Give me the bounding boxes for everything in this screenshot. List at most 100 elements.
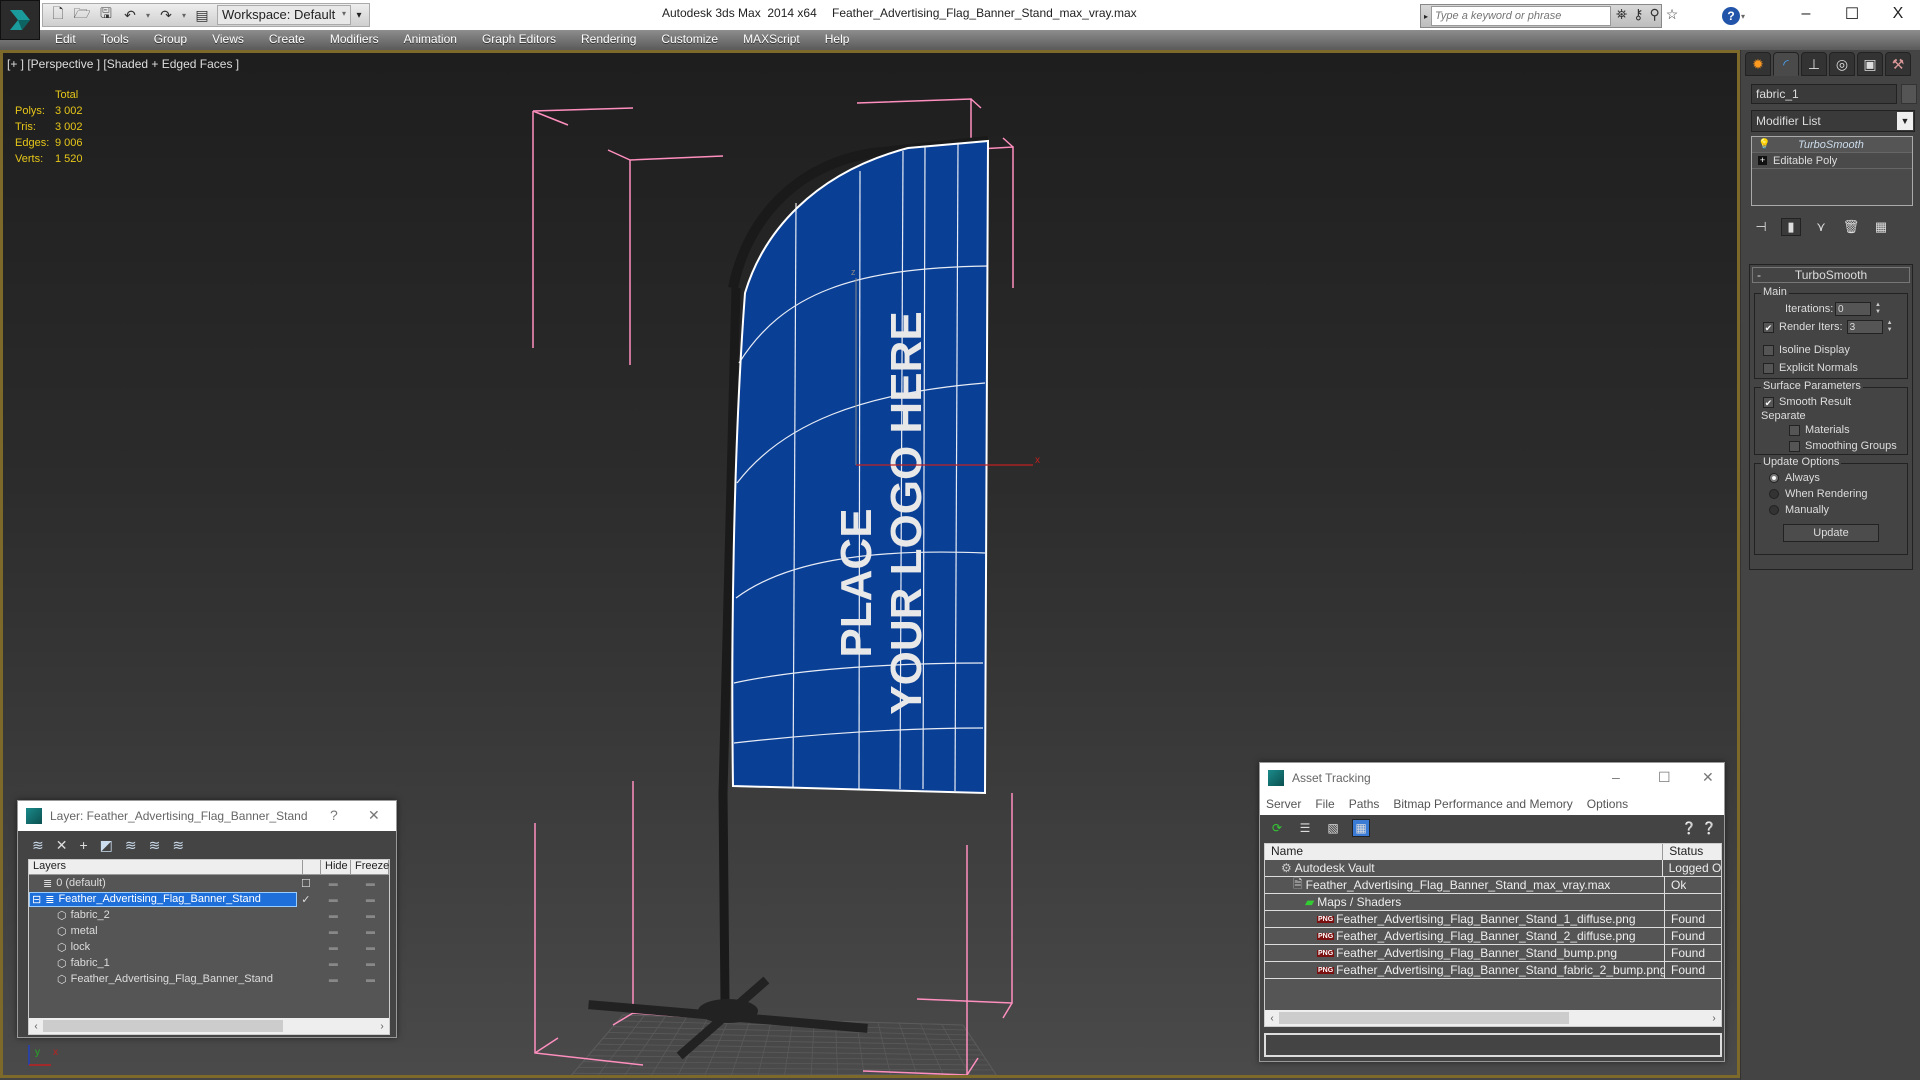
menu-tools[interactable]: Tools xyxy=(101,30,129,50)
layer-name-cell[interactable]: ⬡ Feather_Advertising_Flag_Banner_Stand xyxy=(29,972,297,987)
remove-modifier-icon[interactable]: 🗑 xyxy=(1841,218,1861,236)
column-freeze[interactable]: Freeze xyxy=(351,860,389,874)
update-button[interactable]: Update xyxy=(1783,524,1879,542)
hide-toggle[interactable]: ▬ xyxy=(315,942,352,952)
configure-modifier-sets-icon[interactable]: ▦ xyxy=(1871,218,1891,236)
highlight-layer-icon[interactable]: ≋ xyxy=(125,837,137,854)
lightbulb-icon[interactable]: 💡 xyxy=(1758,139,1772,150)
smooth-result-checkbox[interactable]: ✔ xyxy=(1763,396,1774,408)
new-icon[interactable]: 🗋 xyxy=(47,5,69,25)
menu-options[interactable]: Options xyxy=(1587,797,1628,811)
rollout-header[interactable]: - TurboSmooth xyxy=(1752,267,1910,283)
table-view-icon[interactable]: ▦ xyxy=(1352,819,1370,837)
menu-edit[interactable]: Edit xyxy=(55,30,76,50)
column-current[interactable] xyxy=(303,860,321,874)
expand-search-icon[interactable]: ▸ xyxy=(1421,12,1431,21)
hide-toggle[interactable]: ▬ xyxy=(315,910,352,920)
motion-tab[interactable]: ◎ xyxy=(1829,52,1855,76)
menu-bitmap-performance[interactable]: Bitmap Performance and Memory xyxy=(1393,797,1572,811)
layer-name-cell[interactable]: ⬡ metal xyxy=(29,924,297,939)
scroll-left-icon[interactable]: ‹ xyxy=(29,1021,43,1032)
customize-toolbar-icon[interactable]: ▾ xyxy=(353,10,365,21)
menu-customize[interactable]: Customize xyxy=(661,30,718,50)
current-layer-toggle[interactable]: ✓ xyxy=(297,893,315,906)
hide-toggle[interactable]: ▬ xyxy=(315,958,352,968)
freeze-toggle[interactable]: ▬ xyxy=(352,942,389,952)
pin-stack-icon[interactable]: ⊣ xyxy=(1751,218,1771,236)
asset-row[interactable]: ▰ Maps / Shaders xyxy=(1265,893,1721,911)
list-view-icon[interactable]: ☰ xyxy=(1296,819,1314,837)
column-hide[interactable]: Hide xyxy=(321,860,351,874)
layer-object-row[interactable]: ⬡ metal ▬ ▬ xyxy=(29,923,389,939)
menu-animation[interactable]: Animation xyxy=(404,30,457,50)
explicit-normals-checkbox[interactable] xyxy=(1763,362,1774,374)
menu-views[interactable]: Views xyxy=(212,30,244,50)
show-end-result-icon[interactable]: ▮ xyxy=(1781,218,1801,236)
create-tab[interactable]: ✹ xyxy=(1745,52,1771,76)
save-icon[interactable]: 🖫 xyxy=(95,5,117,25)
help-button[interactable]: ? xyxy=(330,807,338,823)
always-radio[interactable] xyxy=(1769,473,1779,483)
undo-dropdown-icon[interactable]: ▾ xyxy=(143,11,153,20)
minimize-button[interactable]: – xyxy=(1786,2,1826,26)
menu-group[interactable]: Group xyxy=(154,30,187,50)
close-button[interactable]: X xyxy=(1878,2,1918,26)
asset-row[interactable]: PNG Feather_Advertising_Flag_Banner_Stand… xyxy=(1265,944,1721,962)
layer-row[interactable]: ⊟ ≣ Feather_Advertising_Flag_Banner_Stand ✓… xyxy=(29,891,389,907)
utilities-tab[interactable]: ⚒ xyxy=(1885,52,1911,76)
create-layer-icon[interactable]: ≋ xyxy=(32,837,44,854)
stack-item-editable-poly[interactable]: + Editable Poly xyxy=(1752,153,1912,169)
search-input[interactable] xyxy=(1431,6,1611,26)
select-objects-icon[interactable]: ◩ xyxy=(100,837,113,854)
layer-name-cell[interactable]: ⬡ lock xyxy=(29,940,297,955)
asset-row[interactable]: PNG Feather_Advertising_Flag_Banner_Stand… xyxy=(1265,961,1721,979)
app-menu-button[interactable] xyxy=(0,0,40,40)
when-rendering-radio[interactable] xyxy=(1769,489,1779,499)
current-layer-toggle[interactable]: ☐ xyxy=(297,877,315,890)
scroll-thumb[interactable] xyxy=(1279,1012,1569,1024)
layer-object-row[interactable]: ⬡ lock ▬ ▬ xyxy=(29,939,389,955)
viewport-label[interactable]: [+ ] [Perspective ] [Shaded + Edged Face… xyxy=(7,57,239,71)
scroll-left-icon[interactable]: ‹ xyxy=(1265,1013,1279,1024)
layer-name-cell[interactable]: ⬡ fabric_1 xyxy=(29,956,297,971)
freeze-all-layers-icon[interactable]: ≋ xyxy=(172,837,184,854)
collapse-icon[interactable]: ⊟ xyxy=(32,893,41,906)
hide-all-layers-icon[interactable]: ≋ xyxy=(149,837,161,854)
asset-row[interactable]: ⚙ Autodesk Vault Logged O xyxy=(1265,859,1721,877)
column-name[interactable]: Name xyxy=(1265,844,1664,860)
vault-help-icon[interactable]: ❔ xyxy=(1680,819,1698,837)
freeze-toggle[interactable]: ▬ xyxy=(352,958,389,968)
layer-name-cell[interactable]: ⬡ fabric_2 xyxy=(29,908,297,923)
redo-icon[interactable]: ↷ xyxy=(155,5,177,25)
freeze-toggle[interactable]: ▬ xyxy=(352,974,389,984)
menu-graph-editors[interactable]: Graph Editors xyxy=(482,30,556,50)
key-icon[interactable]: ⚷ xyxy=(1633,6,1643,23)
hide-toggle[interactable]: ▬ xyxy=(315,894,352,904)
freeze-toggle[interactable]: ▬ xyxy=(352,910,389,920)
help-icon[interactable]: ❔ xyxy=(1700,819,1718,837)
star-icon[interactable]: ☆ xyxy=(1666,6,1679,23)
column-layers[interactable]: Layers xyxy=(29,860,303,874)
layer-name-cell[interactable]: ≣ 0 (default) xyxy=(29,876,297,891)
add-to-layer-icon[interactable]: + xyxy=(79,837,87,853)
tree-view-icon[interactable]: ▧ xyxy=(1324,819,1342,837)
modify-tab[interactable]: ◜ xyxy=(1773,52,1799,76)
menu-modifiers[interactable]: Modifiers xyxy=(330,30,379,50)
asset-row[interactable]: PNG Feather_Advertising_Flag_Banner_Stand… xyxy=(1265,927,1721,945)
asset-row[interactable]: PNG Feather_Advertising_Flag_Banner_Stand… xyxy=(1265,910,1721,928)
menu-server[interactable]: Server xyxy=(1266,797,1301,811)
make-unique-icon[interactable]: ⋎ xyxy=(1811,218,1831,236)
layer-name-cell[interactable]: ⊟ ≣ Feather_Advertising_Flag_Banner_Stand xyxy=(29,891,298,907)
horizontal-scrollbar[interactable]: ‹ › xyxy=(29,1018,389,1034)
freeze-toggle[interactable]: ▬ xyxy=(352,894,389,904)
delete-layer-icon[interactable]: ✕ xyxy=(56,837,68,854)
minimize-button[interactable]: – xyxy=(1612,769,1620,785)
layer-object-row[interactable]: ⬡ Feather_Advertising_Flag_Banner_Stand ▬ ▬ xyxy=(29,971,389,987)
menu-file[interactable]: File xyxy=(1315,797,1334,811)
menu-help[interactable]: Help xyxy=(825,30,850,50)
spinner-arrows-icon[interactable]: ▲ ▼ xyxy=(1885,320,1895,334)
hide-toggle[interactable]: ▬ xyxy=(315,926,352,936)
dialog-title-bar[interactable]: Asset Tracking – ☐ ✕ xyxy=(1260,763,1724,793)
render-iters-checkbox[interactable]: ✔ xyxy=(1763,321,1774,333)
menu-paths[interactable]: Paths xyxy=(1349,797,1380,811)
